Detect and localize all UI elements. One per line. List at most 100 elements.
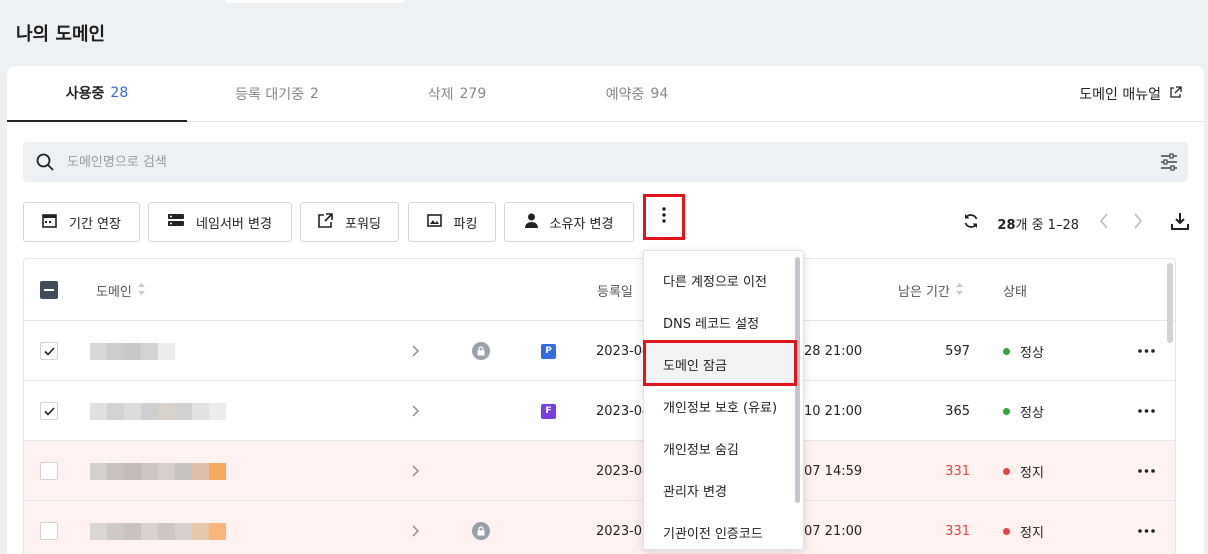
sort-icon: [137, 282, 145, 299]
expiry-time: 10 21:00: [804, 403, 863, 419]
refresh-icon[interactable]: [963, 213, 979, 233]
menu-scrollbar[interactable]: [795, 257, 800, 503]
tab-pending[interactable]: 등록 대기중 2: [187, 66, 367, 122]
download-icon[interactable]: [1171, 212, 1189, 234]
tab-count: 28: [110, 85, 129, 101]
tab-deleted[interactable]: 삭제 279: [367, 66, 547, 122]
change-owner-label: 소유자 변경: [549, 216, 614, 232]
tab-label: 등록 대기중: [235, 87, 304, 103]
menu-item-privacy-hide[interactable]: 개인정보 숨김: [644, 427, 794, 469]
expiry-time: 07 14:59: [804, 463, 863, 479]
menu-item-auth-code[interactable]: 기관이전 인증코드: [644, 511, 794, 549]
external-link-icon: [1169, 85, 1182, 103]
checkbox: [40, 462, 58, 480]
remaining-days: 597: [945, 343, 970, 359]
checkbox: [40, 281, 58, 299]
header-status-label: 상태: [1003, 285, 1027, 300]
row-checkbox[interactable]: [40, 501, 58, 554]
menu-item-dns-record[interactable]: DNS 레코드 설정: [644, 301, 794, 343]
menu-item-privacy-protection[interactable]: 개인정보 보호 (유료): [644, 385, 794, 427]
domain-name-redacted: [90, 381, 226, 441]
status-label: 정지: [1020, 465, 1044, 481]
forwarding-button[interactable]: 포워딩: [300, 202, 399, 242]
badge-premium: P: [541, 321, 556, 381]
header-domain[interactable]: 도메인: [96, 281, 145, 300]
menu-item-transfer-account[interactable]: 다른 계정으로 이전: [644, 259, 794, 301]
checkbox: [40, 342, 58, 360]
checkbox: [40, 402, 58, 420]
table-row[interactable]: 2023-04 07 14:59 331 정지: [24, 441, 1175, 501]
tab-reserved[interactable]: 예약중 94: [547, 66, 727, 122]
result-count: 28개 중 1–28: [997, 214, 1079, 233]
result-range: 개 중 1–28: [1015, 217, 1080, 233]
row-more-icon[interactable]: [1138, 321, 1155, 381]
table-header: 도메인 등록일 남은 기간 상태: [24, 259, 1175, 321]
chevron-left-icon[interactable]: [1099, 213, 1109, 233]
row-checkbox[interactable]: [40, 381, 58, 441]
result-total: 28: [997, 217, 1016, 233]
tab-count: 94: [650, 86, 669, 102]
status-label: 정상: [1020, 345, 1044, 361]
status-label: 정지: [1020, 525, 1044, 541]
select-all-checkbox[interactable]: [40, 281, 58, 299]
row-more-icon[interactable]: [1138, 381, 1155, 441]
chevron-right-icon[interactable]: [412, 381, 419, 441]
status-badge: 정지: [1003, 441, 1044, 501]
lock-icon: [472, 321, 490, 381]
change-owner-button[interactable]: 소유자 변경: [504, 202, 634, 242]
menu-item-change-admin[interactable]: 관리자 변경: [644, 469, 794, 511]
table-row[interactable]: 2023-03 07 21:00 331 정지: [24, 501, 1175, 554]
row-more-icon[interactable]: [1138, 441, 1155, 501]
tab-label: 삭제: [427, 87, 454, 103]
status-dot: [1003, 347, 1010, 355]
chevron-right-icon[interactable]: [412, 441, 419, 501]
row-checkbox[interactable]: [40, 321, 58, 381]
extend-period-button[interactable]: 기간 연장: [23, 202, 140, 242]
pagination: 28개 중 1–28: [963, 212, 1189, 234]
chevron-right-icon[interactable]: [412, 501, 419, 554]
sort-icon: [955, 282, 963, 299]
header-domain-label: 도메인: [96, 285, 132, 300]
domain-name-redacted: [90, 501, 226, 554]
status-badge: 정지: [1003, 501, 1044, 554]
extend-period-label: 기간 연장: [69, 216, 121, 232]
remaining-days: 331: [945, 463, 970, 479]
header-remaining[interactable]: 남은 기간: [898, 281, 963, 300]
header-status: 상태: [1003, 281, 1027, 300]
change-nameserver-button[interactable]: 네임서버 변경: [148, 202, 292, 242]
domain-name-redacted: [90, 321, 175, 381]
menu-item-domain-lock[interactable]: 도메인 잠금: [644, 343, 794, 385]
tab-count: 2: [309, 86, 319, 102]
parking-label: 파킹: [453, 216, 478, 232]
expiry-time: 07 21:00: [804, 523, 863, 539]
filter-icon[interactable]: [1160, 153, 1178, 175]
row-checkbox[interactable]: [40, 441, 58, 501]
table-row[interactable]: F 2023-04 10 21:00 365 정상: [24, 381, 1175, 441]
table-row[interactable]: P 2023-04 28 21:00 597 정상: [24, 321, 1175, 381]
user-icon: [524, 213, 538, 232]
domain-manual-link[interactable]: 도메인 매뉴얼: [1079, 84, 1182, 104]
badge-forwarding: F: [541, 381, 556, 441]
row-more-icon[interactable]: [1138, 501, 1155, 554]
image-icon: [426, 213, 442, 231]
table-scrollbar[interactable]: [1167, 263, 1173, 343]
tab-label: 예약중: [605, 87, 645, 103]
parking-button[interactable]: 파킹: [408, 202, 496, 242]
chevron-right-icon[interactable]: [412, 321, 419, 381]
manual-label: 도메인 매뉴얼: [1079, 87, 1161, 103]
page-title: 나의 도메인: [16, 24, 106, 45]
search-bar: [23, 142, 1188, 182]
status-badge: 정상: [1003, 381, 1044, 441]
status-badge: 정상: [1003, 321, 1044, 381]
domain-table: 도메인 등록일 남은 기간 상태 P 2023-04 28 21:00 597 …: [23, 258, 1176, 554]
status-dot: [1003, 527, 1010, 535]
domain-name-redacted: [90, 441, 226, 501]
header-registered[interactable]: 등록일: [597, 281, 633, 300]
lock-icon: [472, 501, 490, 554]
more-vertical-icon: [662, 207, 666, 227]
tab-in-use[interactable]: 사용중 28: [7, 66, 187, 122]
forward-icon: [318, 212, 333, 232]
search-input[interactable]: [67, 142, 1127, 182]
chevron-right-icon[interactable]: [1133, 213, 1143, 233]
more-options-button[interactable]: [643, 194, 685, 240]
